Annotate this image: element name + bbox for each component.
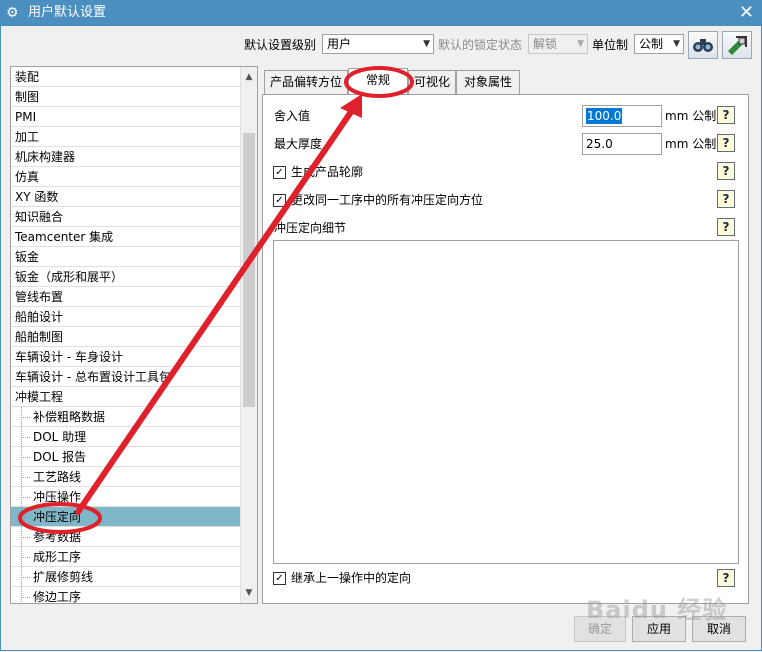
tree-child-item[interactable]: DOL 助理 (11, 427, 242, 447)
gear-icon: ⚙ (6, 5, 19, 21)
tree-item[interactable]: 钣金（成形和展平） (11, 267, 242, 287)
change-all-label: 更改同一工序中的所有冲压定向方位 (291, 193, 484, 207)
units-select[interactable]: 公制 ▼ (634, 34, 684, 54)
details-textarea[interactable] (273, 240, 739, 564)
tree-item[interactable]: XY 函数 (11, 187, 242, 207)
scroll-up-icon[interactable]: ▲ (241, 69, 257, 85)
help-icon[interactable]: ? (717, 106, 735, 124)
tree-child-item[interactable]: DOL 报告 (11, 447, 242, 467)
inherit-label: 继承上一操作中的定向 (291, 571, 412, 585)
chevron-down-icon: ▼ (423, 39, 430, 49)
tree-scrollbar[interactable]: ▲ ▼ (240, 67, 257, 603)
tree-item[interactable]: Teamcenter 集成 (11, 227, 242, 247)
watermark: Baidu 经验 (586, 596, 728, 624)
category-tree[interactable]: 装配 制图 PMI 加工 机床构建器 仿真 XY 函数 知识融合 Teamcen… (10, 66, 258, 604)
title-bar: ⚙ 用户默认设置 ✕ (0, 0, 762, 26)
change-all-checkbox[interactable]: ✓ (273, 194, 286, 207)
details-label: 冲压定向细节 (274, 221, 347, 235)
tree-rows: 装配 制图 PMI 加工 机床构建器 仿真 XY 函数 知识融合 Teamcen… (11, 67, 242, 603)
tree-item[interactable]: 管线布置 (11, 287, 242, 307)
tree-item[interactable]: 加工 (11, 127, 242, 147)
generate-outline-label: 生成产品轮廓 (291, 165, 364, 179)
units-label: 单位制 (592, 38, 629, 52)
tree-child-item[interactable]: 成形工序 (11, 547, 242, 567)
rounding-value: 100.0 (586, 108, 623, 124)
tree-item[interactable]: 知识融合 (11, 207, 242, 227)
rounding-unit: mm 公制 (665, 109, 717, 123)
level-select-value: 用户 (327, 37, 352, 51)
level-select[interactable]: 用户 ▼ (322, 34, 434, 54)
tree-item[interactable]: 车辆设计 - 总布置设计工具包 (11, 367, 242, 387)
tab-product-orientation[interactable]: 产品偏转方位 (264, 70, 348, 94)
help-icon[interactable]: ? (717, 134, 735, 152)
tab-general[interactable]: 常规 (348, 68, 408, 94)
close-icon[interactable]: ✕ (739, 2, 754, 24)
scroll-down-icon[interactable]: ▼ (241, 585, 257, 601)
lock-label: 默认的锁定状态 (438, 38, 523, 52)
tree-item[interactable]: 制图 (11, 87, 242, 107)
tree-item[interactable]: 船舶设计 (11, 307, 242, 327)
inherit-checkbox[interactable]: ✓ (273, 572, 286, 585)
tree-child-item[interactable]: 修边工序 (11, 587, 242, 603)
tree-item[interactable]: PMI (11, 107, 242, 127)
tree-child-item[interactable]: 参考数据 (11, 527, 242, 547)
tree-item[interactable]: 机床构建器 (11, 147, 242, 167)
help-icon[interactable]: ? (717, 162, 735, 180)
max-thickness-value: 25.0 (586, 137, 613, 151)
help-icon[interactable]: ? (717, 569, 735, 587)
tree-item[interactable]: 钣金 (11, 247, 242, 267)
tree-child-item[interactable]: 补偿粗略数据 (11, 407, 242, 427)
import-export-icon (728, 36, 747, 55)
tree-item[interactable]: 车辆设计 - 车身设计 (11, 347, 242, 367)
help-icon[interactable]: ? (717, 218, 735, 236)
level-label: 默认设置级别 (244, 38, 317, 52)
tree-item-die-engineering[interactable]: 冲模工程 (11, 387, 242, 407)
tab-visualization[interactable]: 可视化 (408, 70, 456, 94)
find-button[interactable] (688, 31, 718, 59)
scroll-thumb[interactable] (243, 133, 255, 407)
import-export-button[interactable] (722, 31, 752, 59)
tree-child-item[interactable]: 工艺路线 (11, 467, 242, 487)
tree-child-item[interactable]: 扩展修剪线 (11, 567, 242, 587)
lock-select[interactable]: 解锁 ▼ (528, 34, 588, 54)
tab-object-properties[interactable]: 对象属性 (456, 70, 520, 94)
tree-child-item-selected[interactable]: 冲压定向 (11, 507, 242, 527)
rounding-input[interactable]: 100.0 (582, 105, 662, 127)
help-icon[interactable]: ? (717, 190, 735, 208)
tree-item[interactable]: 装配 (11, 67, 242, 87)
generate-outline-checkbox[interactable]: ✓ (273, 166, 286, 179)
max-thickness-input[interactable]: 25.0 (582, 133, 662, 155)
tree-child-item[interactable]: 冲压操作 (11, 487, 242, 507)
max-thickness-unit: mm 公制 (665, 137, 717, 151)
tree-item[interactable]: 船舶制图 (11, 327, 242, 347)
lock-select-value: 解锁 (533, 37, 558, 51)
max-thickness-label: 最大厚度 (274, 137, 323, 151)
chevron-down-icon: ▼ (577, 39, 584, 49)
find-icon (693, 39, 713, 52)
chevron-down-icon: ▼ (673, 39, 680, 49)
rounding-label: 舍入值 (274, 109, 311, 123)
window-title: 用户默认设置 (28, 5, 107, 20)
units-select-value: 公制 (639, 37, 664, 51)
tree-item[interactable]: 仿真 (11, 167, 242, 187)
